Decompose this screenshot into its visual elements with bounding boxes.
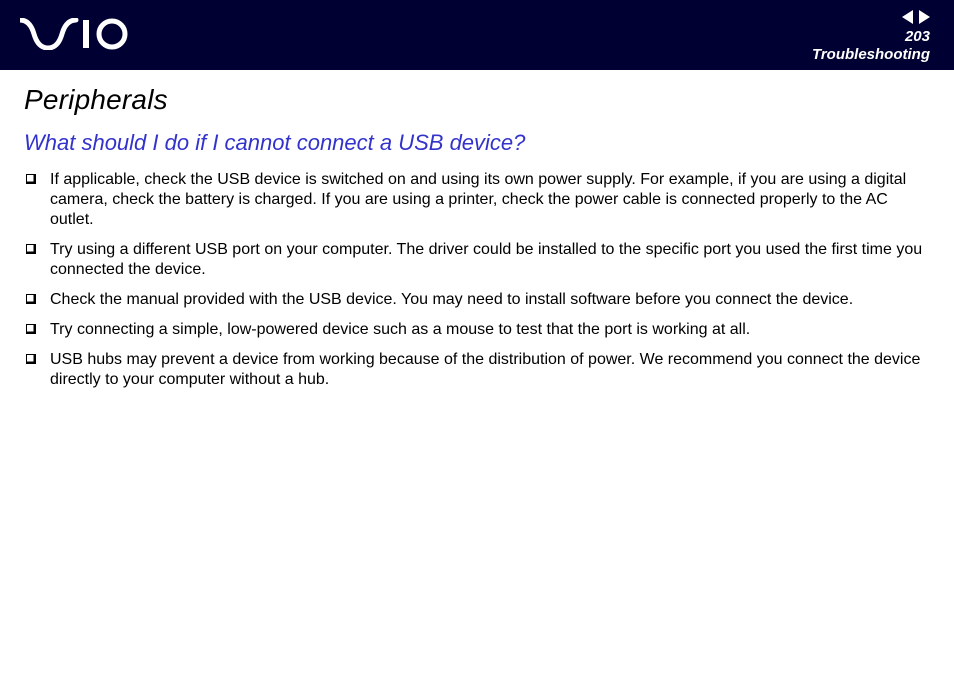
bullet-icon [26, 244, 36, 254]
bullet-icon [26, 324, 36, 334]
question-heading: What should I do if I cannot connect a U… [24, 130, 930, 156]
list-item: Try using a different USB port on your c… [24, 240, 930, 280]
page-number: 203 [905, 28, 930, 45]
nav-arrows [902, 10, 930, 24]
next-page-icon[interactable] [919, 10, 930, 24]
list-item-text: Check the manual provided with the USB d… [50, 290, 930, 310]
bullet-icon [26, 294, 36, 304]
list-item: USB hubs may prevent a device from worki… [24, 350, 930, 390]
list-item: If applicable, check the USB device is s… [24, 170, 930, 230]
bullet-icon [26, 354, 36, 364]
prev-page-icon[interactable] [902, 10, 913, 24]
vaio-logo [20, 18, 130, 55]
list-item-text: Try connecting a simple, low-powered dev… [50, 320, 930, 340]
page-title: Peripherals [24, 84, 930, 116]
list-item: Try connecting a simple, low-powered dev… [24, 320, 930, 340]
section-label: Troubleshooting [812, 46, 930, 63]
list-item-text: If applicable, check the USB device is s… [50, 170, 930, 230]
header-bar: 203 Troubleshooting [0, 0, 954, 70]
list-item-text: Try using a different USB port on your c… [50, 240, 930, 280]
content-area: Peripherals What should I do if I cannot… [0, 70, 954, 390]
bullet-icon [26, 174, 36, 184]
list-item: Check the manual provided with the USB d… [24, 290, 930, 310]
list-item-text: USB hubs may prevent a device from worki… [50, 350, 930, 390]
